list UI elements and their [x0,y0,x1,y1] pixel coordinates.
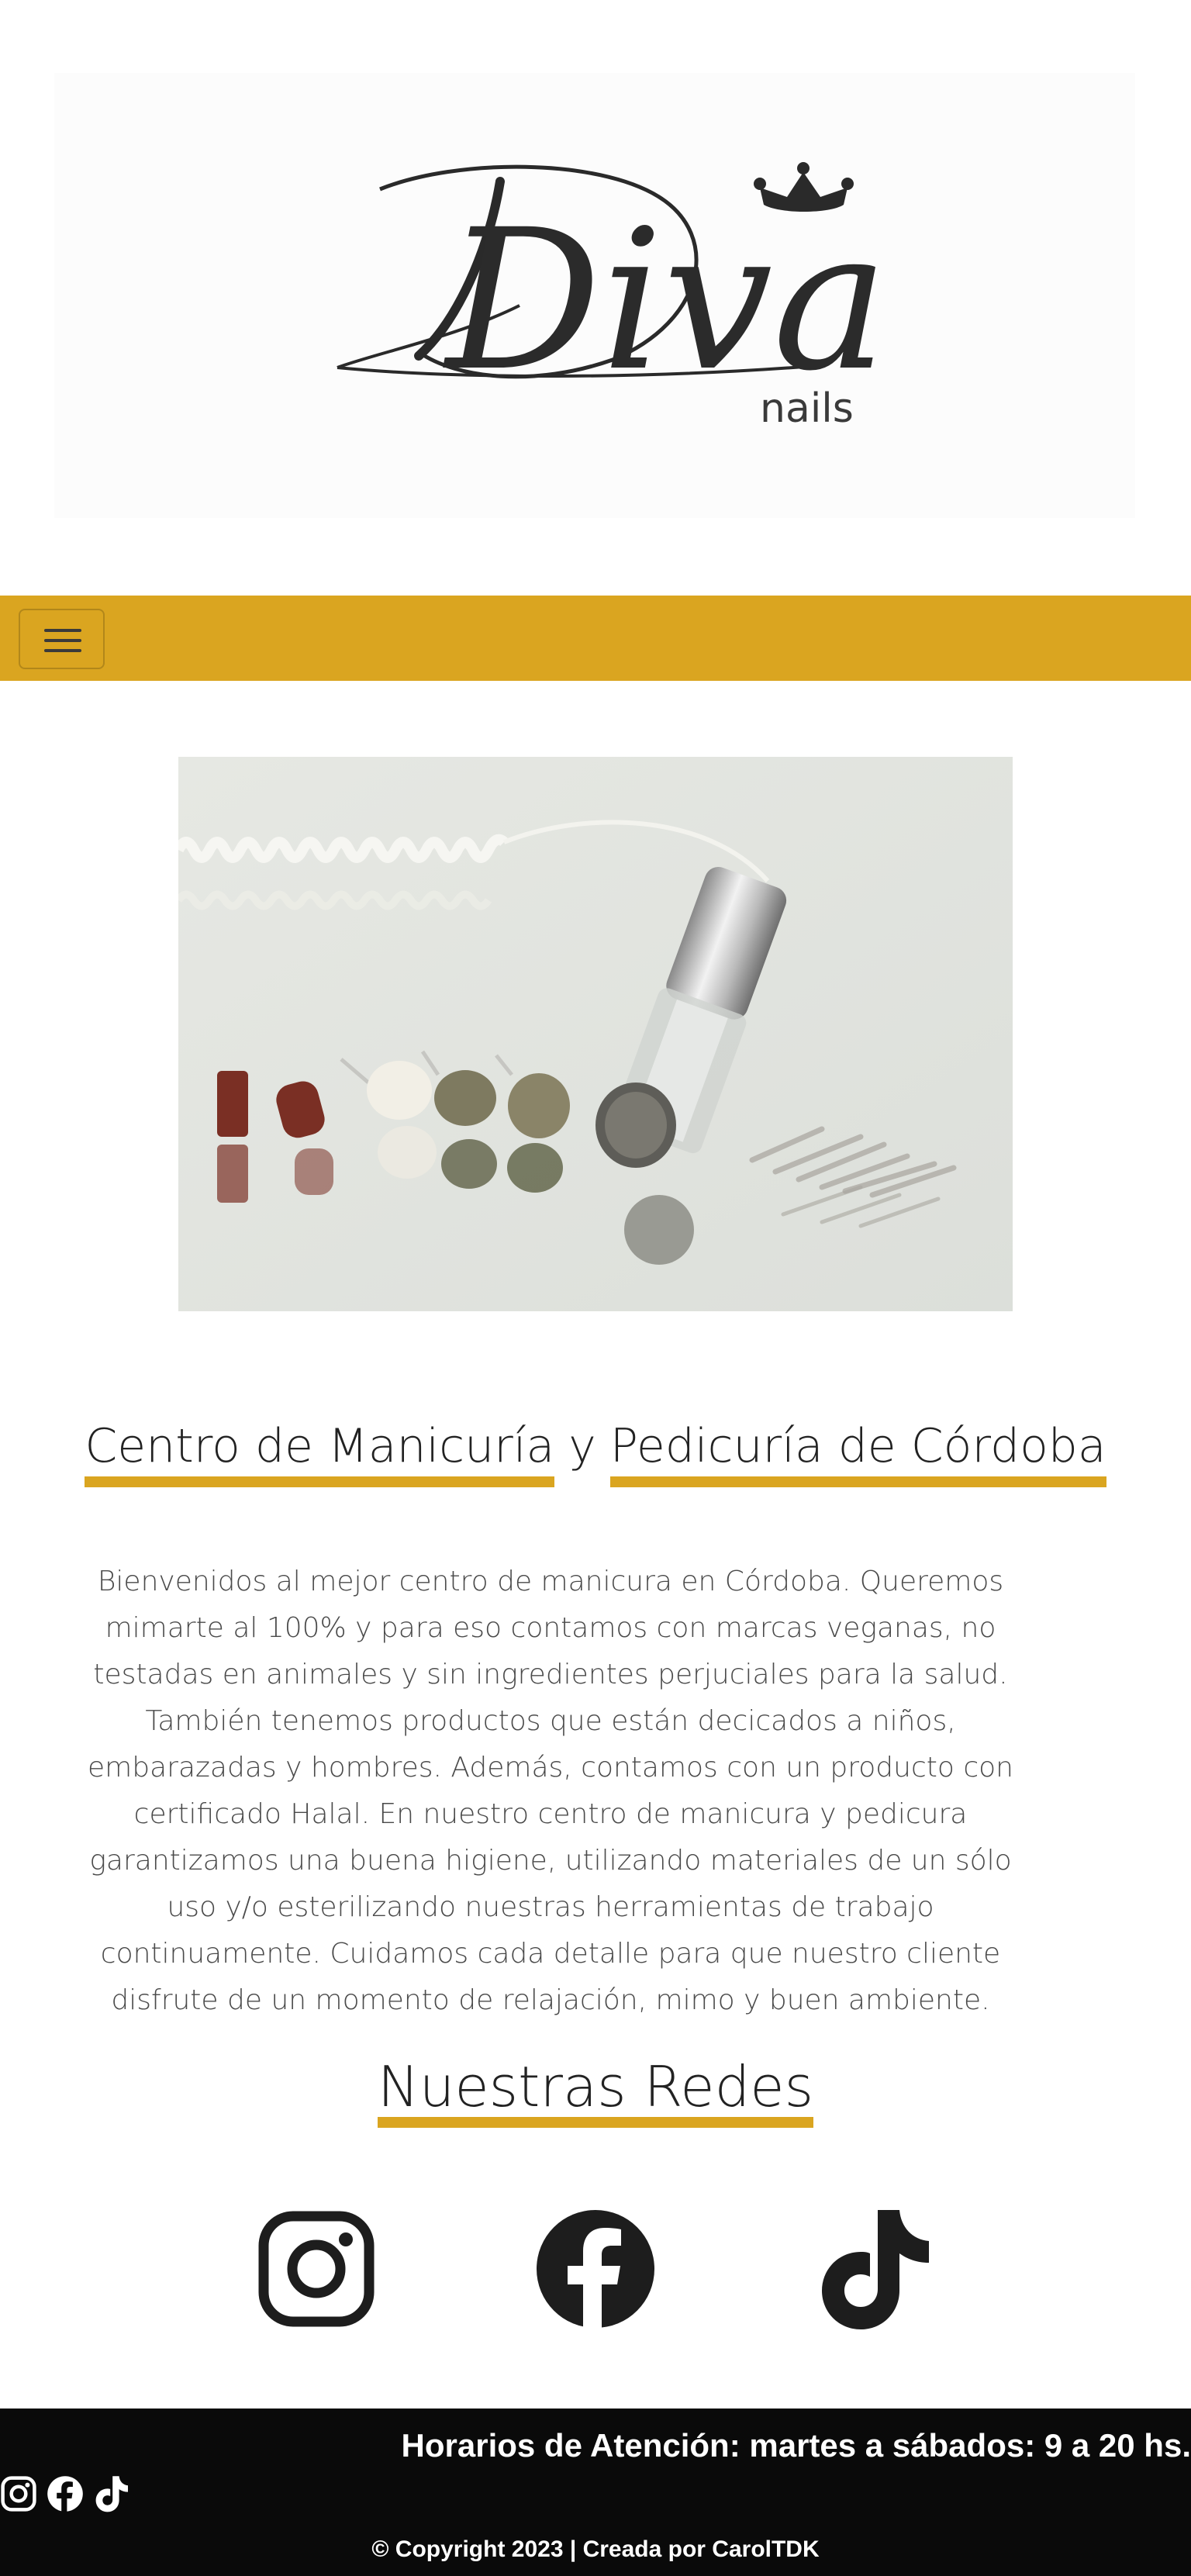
footer: Horarios de Atención: martes a sábados: … [0,2409,1191,2576]
tiktok-link[interactable] [813,2207,937,2331]
hero-image [178,757,1013,1311]
logo-subbrand-text: nails [760,385,854,432]
navbar-toggler-button[interactable] [19,609,105,669]
diva-nails-logo: Diva nails [337,162,889,432]
title-part-2: Pedicuría de Córdoba [609,1416,1106,1487]
instagram-icon [258,2211,375,2327]
copyright-text: © Copyright 2023 | Creada por CarolTDK [371,2536,820,2562]
footer-facebook-link[interactable] [47,2475,84,2512]
instagram-icon [1,2476,36,2512]
navbar [0,596,1191,681]
facebook-icon [537,2210,654,2331]
instagram-link[interactable] [254,2207,378,2331]
social-heading: Nuestras Redes [0,2052,1191,2128]
logo-banner: Diva nails [54,73,1135,518]
description-text: Bienvenidos al mejor centro de manicura … [88,1566,1013,2016]
logo-brand-text: Diva [443,188,889,413]
opening-hours: Horarios de Atención: martes a sábados: … [401,2427,1191,2464]
footer-tiktok-link[interactable] [93,2475,130,2512]
facebook-icon [47,2476,83,2512]
footer-social-links [0,2472,130,2516]
title-connector: y [568,1419,596,1473]
page-title: Centro de Manicuría y Pedicuría de Córdoba [0,1411,1191,1487]
footer-instagram-link[interactable] [0,2475,37,2512]
crown-icon [754,162,854,212]
facebook-link[interactable] [533,2207,658,2331]
social-heading-text: Nuestras Redes [377,2056,814,2128]
title-part-1: Centro de Manicuría [85,1416,555,1487]
tiktok-icon [95,2476,128,2512]
tiktok-icon [822,2210,929,2329]
hamburger-menu-icon [44,629,81,652]
